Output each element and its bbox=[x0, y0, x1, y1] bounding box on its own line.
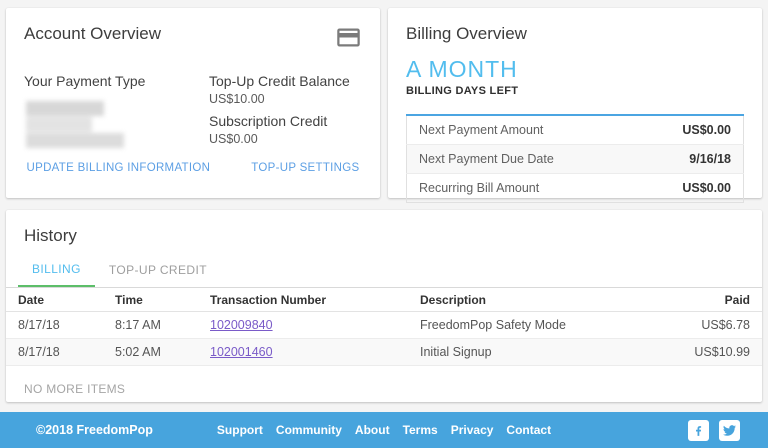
account-actions: UPDATE BILLING INFORMATION TOP-UP SETTIN… bbox=[6, 162, 380, 174]
cell-description: Initial Signup bbox=[420, 339, 672, 366]
col-header-date: Date bbox=[6, 288, 115, 312]
account-overview-body: Your Payment Type Top-Up Credit Balance … bbox=[24, 73, 362, 153]
billing-days-left-label: BILLING DAYS LEFT bbox=[406, 85, 744, 97]
tab-billing[interactable]: BILLING bbox=[18, 262, 95, 287]
footer-link-terms[interactable]: Terms bbox=[403, 423, 438, 437]
footer: ©2018 FreedomPop Support Community About… bbox=[0, 412, 768, 448]
col-header-transaction: Transaction Number bbox=[210, 288, 420, 312]
account-overview-card: Account Overview Your Payment Type Top-U… bbox=[6, 8, 380, 198]
copyright-text: ©2018 FreedomPop bbox=[36, 423, 153, 437]
redacted-payment-method bbox=[24, 101, 134, 149]
topup-settings-link[interactable]: TOP-UP SETTINGS bbox=[251, 162, 359, 174]
col-header-paid: Paid bbox=[672, 288, 762, 312]
table-row: Next Payment Due Date 9/16/18 bbox=[407, 145, 744, 174]
recurring-bill-label: Recurring Bill Amount bbox=[407, 174, 638, 203]
facebook-icon[interactable] bbox=[688, 420, 709, 441]
history-title: History bbox=[6, 226, 762, 246]
cell-paid: US$6.78 bbox=[672, 312, 762, 339]
account-overview-title: Account Overview bbox=[24, 24, 161, 44]
billing-overview-card: Billing Overview A MONTH BILLING DAYS LE… bbox=[388, 8, 762, 198]
account-overview-header: Account Overview bbox=[24, 24, 362, 51]
credit-card-icon bbox=[335, 24, 362, 51]
history-card: History BILLING TOP-UP CREDIT Date Time … bbox=[6, 210, 762, 402]
cell-time: 5:02 AM bbox=[115, 339, 210, 366]
payment-type-label: Your Payment Type bbox=[24, 73, 204, 89]
footer-link-support[interactable]: Support bbox=[217, 423, 263, 437]
billing-page: Account Overview Your Payment Type Top-U… bbox=[0, 0, 768, 448]
subscription-credit-value: US$0.00 bbox=[209, 132, 362, 146]
cell-date: 8/17/18 bbox=[6, 339, 115, 366]
history-header-row: Date Time Transaction Number Description… bbox=[6, 288, 762, 312]
social-buttons bbox=[688, 420, 740, 441]
table-row: Next Payment Amount US$0.00 bbox=[407, 115, 744, 145]
cell-time: 8:17 AM bbox=[115, 312, 210, 339]
next-payment-amount-label: Next Payment Amount bbox=[407, 115, 638, 145]
billing-overview-title: Billing Overview bbox=[406, 24, 744, 44]
footer-link-privacy[interactable]: Privacy bbox=[451, 423, 494, 437]
history-table: Date Time Transaction Number Description… bbox=[6, 287, 762, 366]
tab-topup-credit[interactable]: TOP-UP CREDIT bbox=[95, 262, 221, 287]
col-header-description: Description bbox=[420, 288, 672, 312]
next-payment-amount-value: US$0.00 bbox=[637, 115, 743, 145]
twitter-icon[interactable] bbox=[719, 420, 740, 441]
footer-link-contact[interactable]: Contact bbox=[506, 423, 551, 437]
update-billing-link[interactable]: UPDATE BILLING INFORMATION bbox=[27, 162, 211, 174]
footer-links: Support Community About Terms Privacy Co… bbox=[217, 423, 551, 437]
payment-type-section: Your Payment Type bbox=[24, 73, 204, 153]
billing-period-value: A MONTH bbox=[406, 56, 744, 83]
cell-date: 8/17/18 bbox=[6, 312, 115, 339]
cell-description: FreedomPop Safety Mode bbox=[420, 312, 672, 339]
cell-paid: US$10.99 bbox=[672, 339, 762, 366]
table-row: Recurring Bill Amount US$0.00 bbox=[407, 174, 744, 203]
billing-summary-table: Next Payment Amount US$0.00 Next Payment… bbox=[406, 114, 744, 203]
footer-link-about[interactable]: About bbox=[355, 423, 390, 437]
footer-link-community[interactable]: Community bbox=[276, 423, 342, 437]
next-payment-due-label: Next Payment Due Date bbox=[407, 145, 638, 174]
credits-section: Top-Up Credit Balance US$10.00 Subscript… bbox=[204, 73, 362, 153]
transaction-link[interactable]: 102001460 bbox=[210, 345, 273, 359]
next-payment-due-value: 9/16/18 bbox=[637, 145, 743, 174]
no-more-items-label: NO MORE ITEMS bbox=[6, 366, 762, 412]
table-row: 8/17/18 5:02 AM 102001460 Initial Signup… bbox=[6, 339, 762, 366]
transaction-link[interactable]: 102009840 bbox=[210, 318, 273, 332]
topup-balance-label: Top-Up Credit Balance bbox=[209, 73, 362, 89]
table-row: 8/17/18 8:17 AM 102009840 FreedomPop Saf… bbox=[6, 312, 762, 339]
history-tabs: BILLING TOP-UP CREDIT bbox=[6, 262, 762, 287]
top-row: Account Overview Your Payment Type Top-U… bbox=[0, 0, 768, 198]
topup-balance-value: US$10.00 bbox=[209, 92, 362, 106]
subscription-credit-label: Subscription Credit bbox=[209, 113, 362, 129]
recurring-bill-value: US$0.00 bbox=[637, 174, 743, 203]
col-header-time: Time bbox=[115, 288, 210, 312]
